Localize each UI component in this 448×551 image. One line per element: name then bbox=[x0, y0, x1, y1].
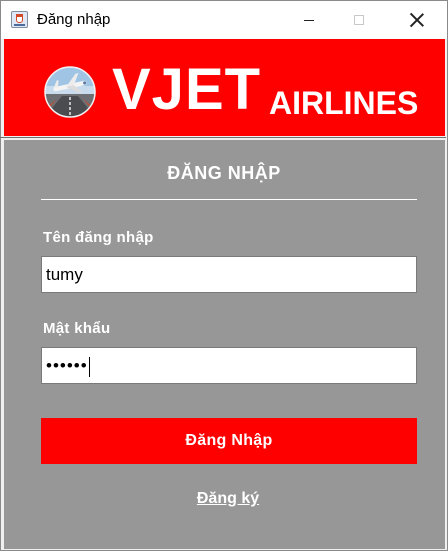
brand-banner: VJET AIRLINES bbox=[4, 39, 445, 136]
username-input[interactable]: tumy bbox=[41, 256, 417, 293]
password-value: •••••• bbox=[46, 356, 88, 375]
maximize-icon bbox=[354, 15, 364, 25]
title-bar[interactable]: Đăng nhập bbox=[1, 1, 447, 39]
close-button[interactable] bbox=[394, 1, 440, 39]
username-label: Tên đăng nhập bbox=[43, 229, 154, 246]
login-button[interactable]: Đăng Nhập bbox=[41, 418, 417, 464]
login-panel bbox=[4, 140, 445, 549]
brand-subtitle: AIRLINES bbox=[269, 85, 419, 121]
airplane-logo-icon bbox=[44, 66, 96, 118]
password-label: Mật khẩu bbox=[43, 320, 111, 337]
minimize-button[interactable] bbox=[286, 1, 332, 39]
title-divider bbox=[41, 199, 417, 200]
maximize-button[interactable] bbox=[336, 1, 382, 39]
brand-name: VJET bbox=[112, 57, 262, 122]
java-cup-icon bbox=[11, 11, 28, 28]
window-title: Đăng nhập bbox=[37, 11, 111, 28]
username-value: tumy bbox=[46, 265, 83, 284]
text-caret bbox=[88, 356, 91, 377]
panel-separator bbox=[0, 137, 446, 138]
form-title: ĐĂNG NHẬP bbox=[167, 163, 281, 183]
register-link[interactable]: Đăng ký bbox=[0, 490, 448, 508]
close-icon bbox=[410, 13, 424, 27]
minimize-icon bbox=[304, 19, 314, 21]
password-input[interactable]: •••••• bbox=[41, 347, 417, 384]
